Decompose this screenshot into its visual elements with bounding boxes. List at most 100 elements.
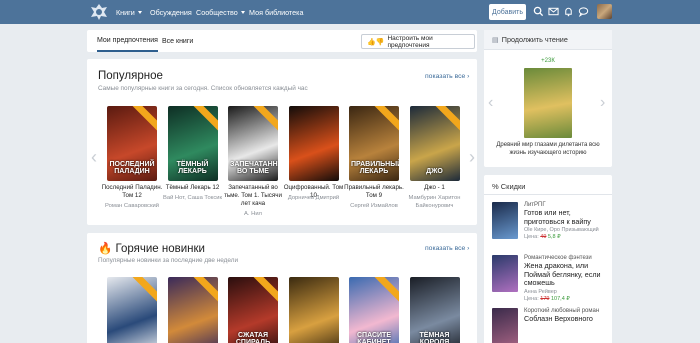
book-cover[interactable]: ПРАВИЛЬНЫЙ ЛЕКАРЬ [349,106,399,181]
book-cover-title: СЖАТАЯ СПИРАЛЬ [235,332,271,343]
tab-all-books[interactable]: Все книги [162,30,193,52]
book-icon: ▤ [492,35,499,44]
popular-subtitle: Самые популярные книги за сегодня. Списо… [98,85,308,92]
continue-reading-header: ▤ Продолжить чтение [484,30,612,50]
discount-book-title[interactable]: Соблазн Верховного [524,314,610,324]
discount-book-cover[interactable] [492,308,518,343]
tab-my-preferences[interactable]: Мои предпочтения [97,30,158,52]
new-price: 5,8 ₽ [546,234,561,240]
nav-books-label: Книги [116,7,135,17]
show-all-label: показать все [425,245,466,252]
book-author[interactable]: Роман Саваровский [101,202,163,210]
site-logo[interactable] [89,2,109,22]
nav-books[interactable]: Книги [116,0,142,24]
book-cover[interactable]: ДЖО [409,106,460,181]
discount-author[interactable]: Анна Рейвер [524,288,610,296]
book-title[interactable]: Запечатанный во тьме. Том 1. Тысячи лет … [222,184,284,208]
discounts-title: % Скидки [492,182,526,191]
nav-community[interactable]: Сообщество [196,0,245,24]
book-title[interactable]: Правильный лекарь. Том 9 [343,184,405,200]
book-author[interactable]: Сергей Измайлов [343,202,405,210]
bestseller-ribbon [130,277,157,304]
book-author[interactable]: Дорничев Дмитрий [283,194,345,202]
book-cover-title: ЗАПЕЧАТАННЫЙ ВО ТЬМЕ [230,161,278,175]
price-label: Цена: [524,295,541,302]
book-author[interactable]: А. Нил [222,210,284,218]
nav-my-library-label: Моя библиотека [249,7,304,17]
hot-new-section: 🔥 Горячие новинки Популярные новинки за … [87,233,477,343]
continue-reading-card: ▤ Продолжить чтение +23К ‹ › Древний мир … [484,30,612,167]
popular-section: Популярное Самые популярные книги за сег… [87,59,477,225]
new-price: 107,4 ₽ [549,295,570,302]
popular-show-all-link[interactable]: показать все › [425,73,469,80]
book-cover[interactable]: ЗАПЕЧАТАННЫЙ ВО ТЬМЕ [228,106,278,181]
discount-book-title[interactable]: Готов или нет, приготовься к вайпу [524,208,610,226]
mail-icon[interactable] [548,6,559,17]
book-cover[interactable]: СПАСИТЕ КАБИНЕТ [349,277,399,343]
book-author[interactable]: Вай Нот, Саша Токсик [162,194,224,202]
nav-discussions-label: Обсуждения [150,7,192,17]
book-cover[interactable]: ПОСЛЕДНИЙ ПАЛАДИН [107,106,157,181]
carousel-next-icon[interactable]: › [469,147,477,167]
discount-book-cover[interactable] [492,202,518,239]
continue-reading-badge: +23К [541,58,555,64]
fire-icon: 🔥 [98,243,113,255]
carousel-prev-icon[interactable]: ‹ [488,94,493,112]
hot-new-subtitle: Популярные новинки за последние две неде… [98,257,239,264]
thumbs-up-icon: 👍 [367,38,376,46]
discount-book-cover[interactable] [492,255,518,292]
book-author[interactable]: Мамбурин Харитон Байконурович [404,194,466,210]
book-cover-title: ПОСЛЕДНИЙ ПАЛАДИН [109,161,155,175]
bestseller-ribbon [432,106,460,133]
book-cover-title: СПАСИТЕ КАБИНЕТ [357,332,391,343]
bestseller-ribbon [251,277,278,304]
book-cover[interactable]: СЖАТАЯ СПИРАЛЬ [228,277,278,343]
bestseller-ribbon [251,106,278,133]
book-cover[interactable] [288,106,339,181]
add-button[interactable]: Добавить [489,4,526,20]
book-cover[interactable]: ТЁМНАЯ КОРОЛЯ [409,277,460,343]
book-cover-title: ТЁМНЫЙ ЛЕКАРЬ [176,161,209,175]
hot-new-title: 🔥 Горячие новинки [98,241,205,255]
bestseller-ribbon [190,277,218,304]
continue-reading-book-title[interactable]: Древний мир глазами дилетанта всю жизнь … [496,142,600,157]
discount-price: Цена: 49 5,8 ₽ [524,234,610,241]
book-cover[interactable] [107,277,157,343]
carousel-prev-icon[interactable]: ‹ [91,147,99,167]
price-label: Цена: [524,234,541,240]
book-cover-title: ПРАВИЛЬНЫЙ ЛЕКАРЬ [351,161,399,175]
discount-text: ЛитРПГ Готов или нет, приготовься к вайпу… [524,202,610,241]
carousel-next-icon[interactable]: › [600,94,605,112]
book-title[interactable]: Тёмный Лекарь 12 [162,184,224,192]
search-icon[interactable] [533,6,544,17]
discount-book-title[interactable]: Жена дракона, или Поймай беглянку, если … [524,261,610,288]
bestseller-ribbon [372,106,399,133]
discount-text: Короткий любовный роман Соблазн Верховног… [524,308,610,324]
show-all-label: показать все [425,73,466,80]
discount-author[interactable]: Ole Кире, Оро Призывающий [524,226,610,234]
hot-new-title-text: Горячие новинки [115,243,205,255]
hot-new-show-all-link[interactable]: показать все › [425,245,469,252]
book-cover-title: ТЁМНАЯ КОРОЛЯ [419,332,450,343]
bell-icon[interactable] [563,6,574,17]
customize-preferences-button[interactable]: 👍 👎 Настроить мои предпочтения [361,34,475,49]
customize-preferences-label: Настроить мои предпочтения [387,34,433,49]
book-cover[interactable] [288,277,339,343]
chat-icon[interactable] [578,6,589,17]
book-cover[interactable] [167,277,218,343]
chevron-down-icon [240,10,245,14]
bestseller-ribbon [372,277,399,304]
continue-reading-cover[interactable] [524,68,572,138]
chevron-down-icon [137,10,142,14]
book-title[interactable]: Джо - 1 [404,184,466,192]
book-cover[interactable]: ТЁМНЫЙ ЛЕКАРЬ [167,106,218,181]
discounts-card: % Скидки ЛитРПГ Готов или нет, приготовьс… [484,175,612,343]
popular-title: Популярное [98,70,163,82]
user-avatar[interactable] [597,4,612,19]
nav-community-label: Сообщество [196,7,238,17]
nav-discussions[interactable]: Обсуждения [150,0,192,24]
nav-my-library[interactable]: Моя библиотека [249,0,303,24]
bestseller-ribbon [130,106,157,133]
top-navigation-bar: Книги Обсуждения Сообщество Моя библиоте… [0,0,700,24]
book-title[interactable]: Последний Паладин. Том 12 [101,184,163,200]
